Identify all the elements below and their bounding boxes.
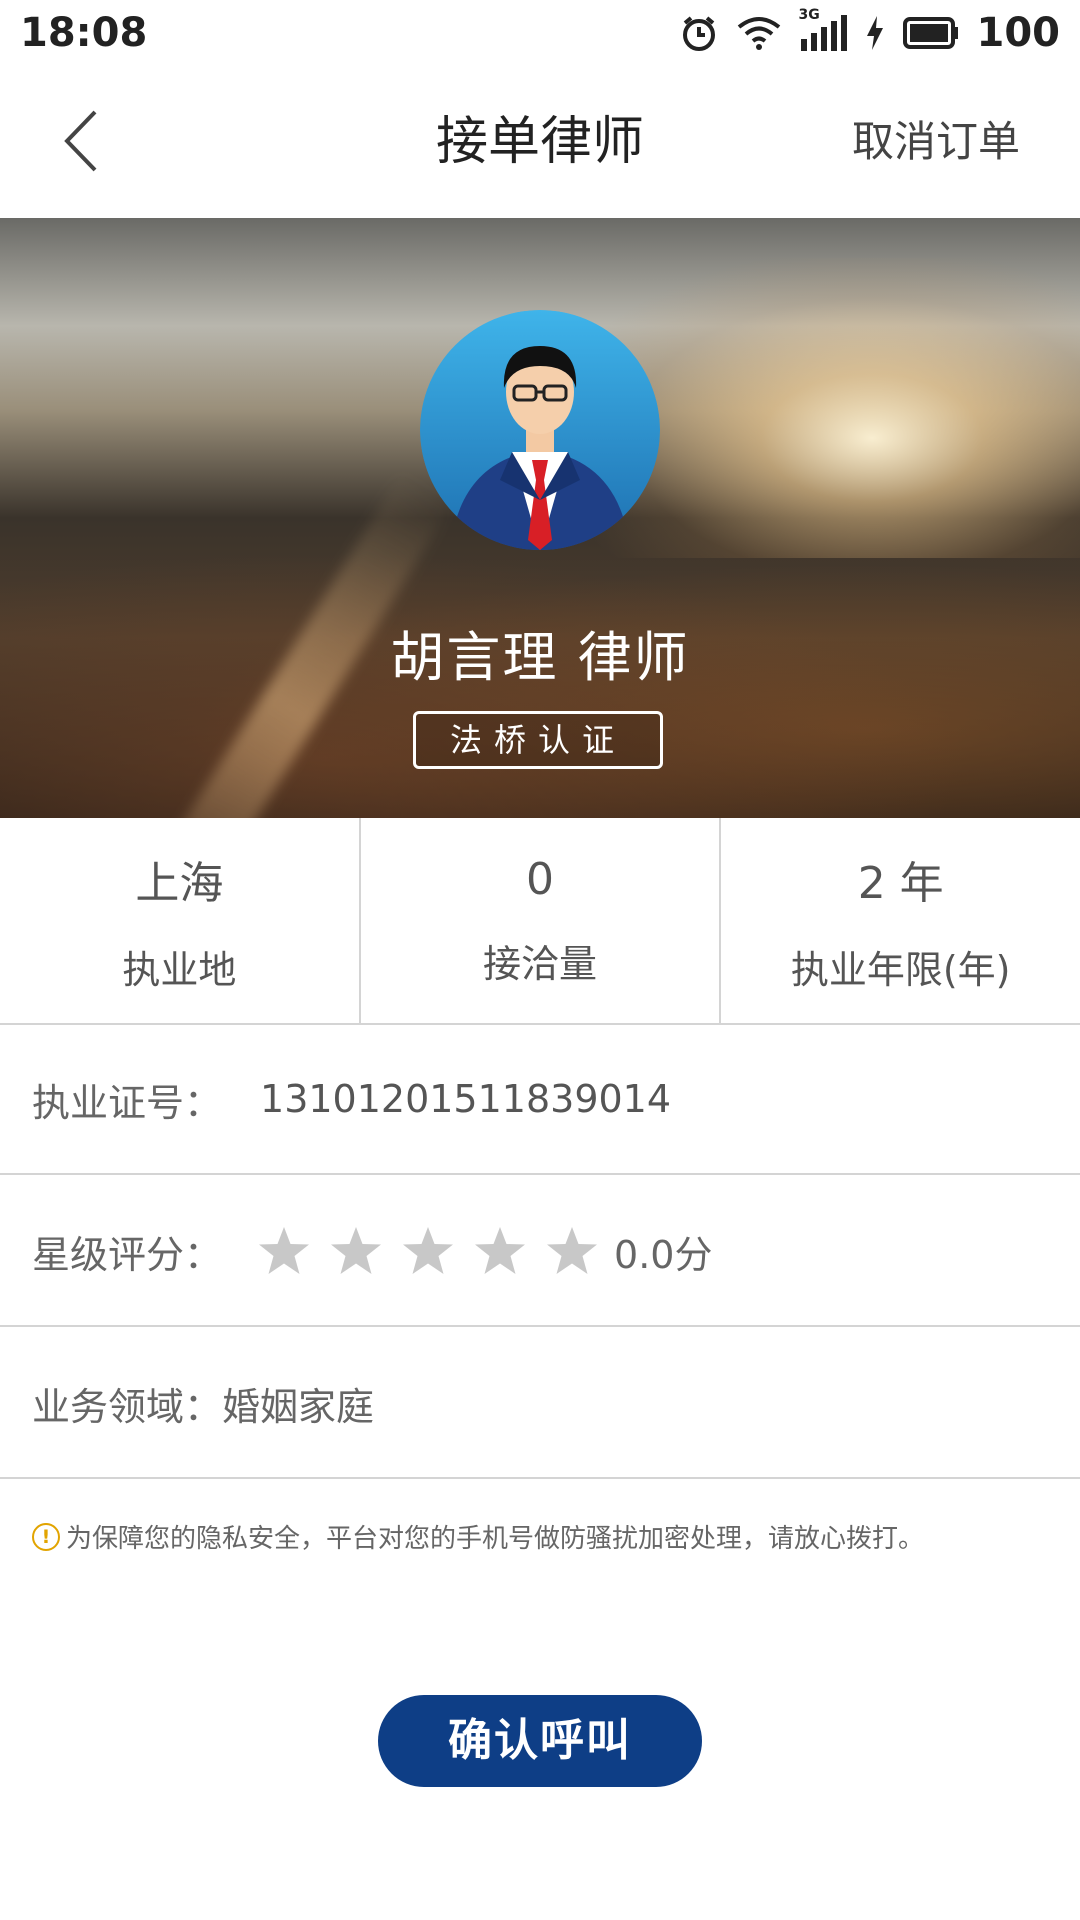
lawyer-name: 胡言理 律师 [390, 626, 690, 689]
star-icon [330, 1226, 382, 1276]
rating-row: 星级评分： 0.0分 [0, 1177, 1080, 1327]
license-number: 13101201511839014 [260, 1077, 672, 1121]
stat-years: 2 年 执业年限(年) [721, 818, 1080, 1023]
practice-area-value: 婚姻家庭 [222, 1384, 375, 1429]
stat-location: 上海 执业地 [0, 818, 361, 1023]
stat-value: 0 [526, 853, 554, 905]
signal-icon: 3G [799, 7, 847, 51]
stats-panel: 上海 执业地 0 接洽量 2 年 执业年限(年) [0, 818, 1080, 1025]
stat-label: 接洽量 [483, 941, 598, 986]
privacy-notice-text: 为保障您的隐私安全，平台对您的手机号做防骚扰加密处理，请放心拨打。 [66, 1524, 925, 1554]
alarm-icon [679, 13, 719, 53]
certification-badge: 法桥认证 [413, 711, 663, 769]
practice-area-label: 业务领域： [32, 1384, 223, 1429]
network-type: 3G [798, 7, 820, 23]
battery-level: 100 [976, 10, 1061, 56]
rating-score: 0.0分 [614, 1232, 713, 1277]
star-icon [258, 1226, 310, 1276]
star-icon [546, 1226, 598, 1276]
stat-label: 执业年限(年) [790, 948, 1011, 992]
profile-header: 胡言理 律师 法桥认证 [0, 218, 1080, 818]
battery-icon [902, 17, 959, 49]
cancel-order-button[interactable]: 取消订单 [852, 66, 1020, 218]
nav-bar: 接单律师 取消订单 [0, 66, 1080, 220]
stat-label: 执业地 [122, 948, 237, 992]
stat-cases: 0 接洽量 [361, 818, 722, 1023]
star-rating [258, 1226, 598, 1276]
star-icon [402, 1226, 454, 1276]
status-time: 18:08 [20, 10, 148, 56]
charging-icon [865, 16, 885, 50]
license-row: 执业证号： 13101201511839014 [0, 1025, 1080, 1175]
status-icons: 3G 100 [679, 7, 1061, 56]
rating-label: 星级评分： [32, 1232, 223, 1277]
avatar [420, 310, 660, 550]
stat-value: 2 年 [857, 858, 944, 909]
status-bar: 18:08 3G 100 [0, 0, 1080, 66]
wifi-icon [737, 15, 781, 51]
license-label: 执业证号： [32, 1080, 223, 1125]
confirm-call-button[interactable]: 确认呼叫 [378, 1695, 702, 1787]
stat-value: 上海 [135, 858, 224, 909]
practice-area-row: 业务领域： 婚姻家庭 [0, 1329, 1080, 1479]
privacy-notice: ! 为保障您的隐私安全，平台对您的手机号做防骚扰加密处理，请放心拨打。 [32, 1518, 924, 1555]
star-icon [474, 1226, 526, 1276]
warning-icon: ! [32, 1522, 60, 1551]
